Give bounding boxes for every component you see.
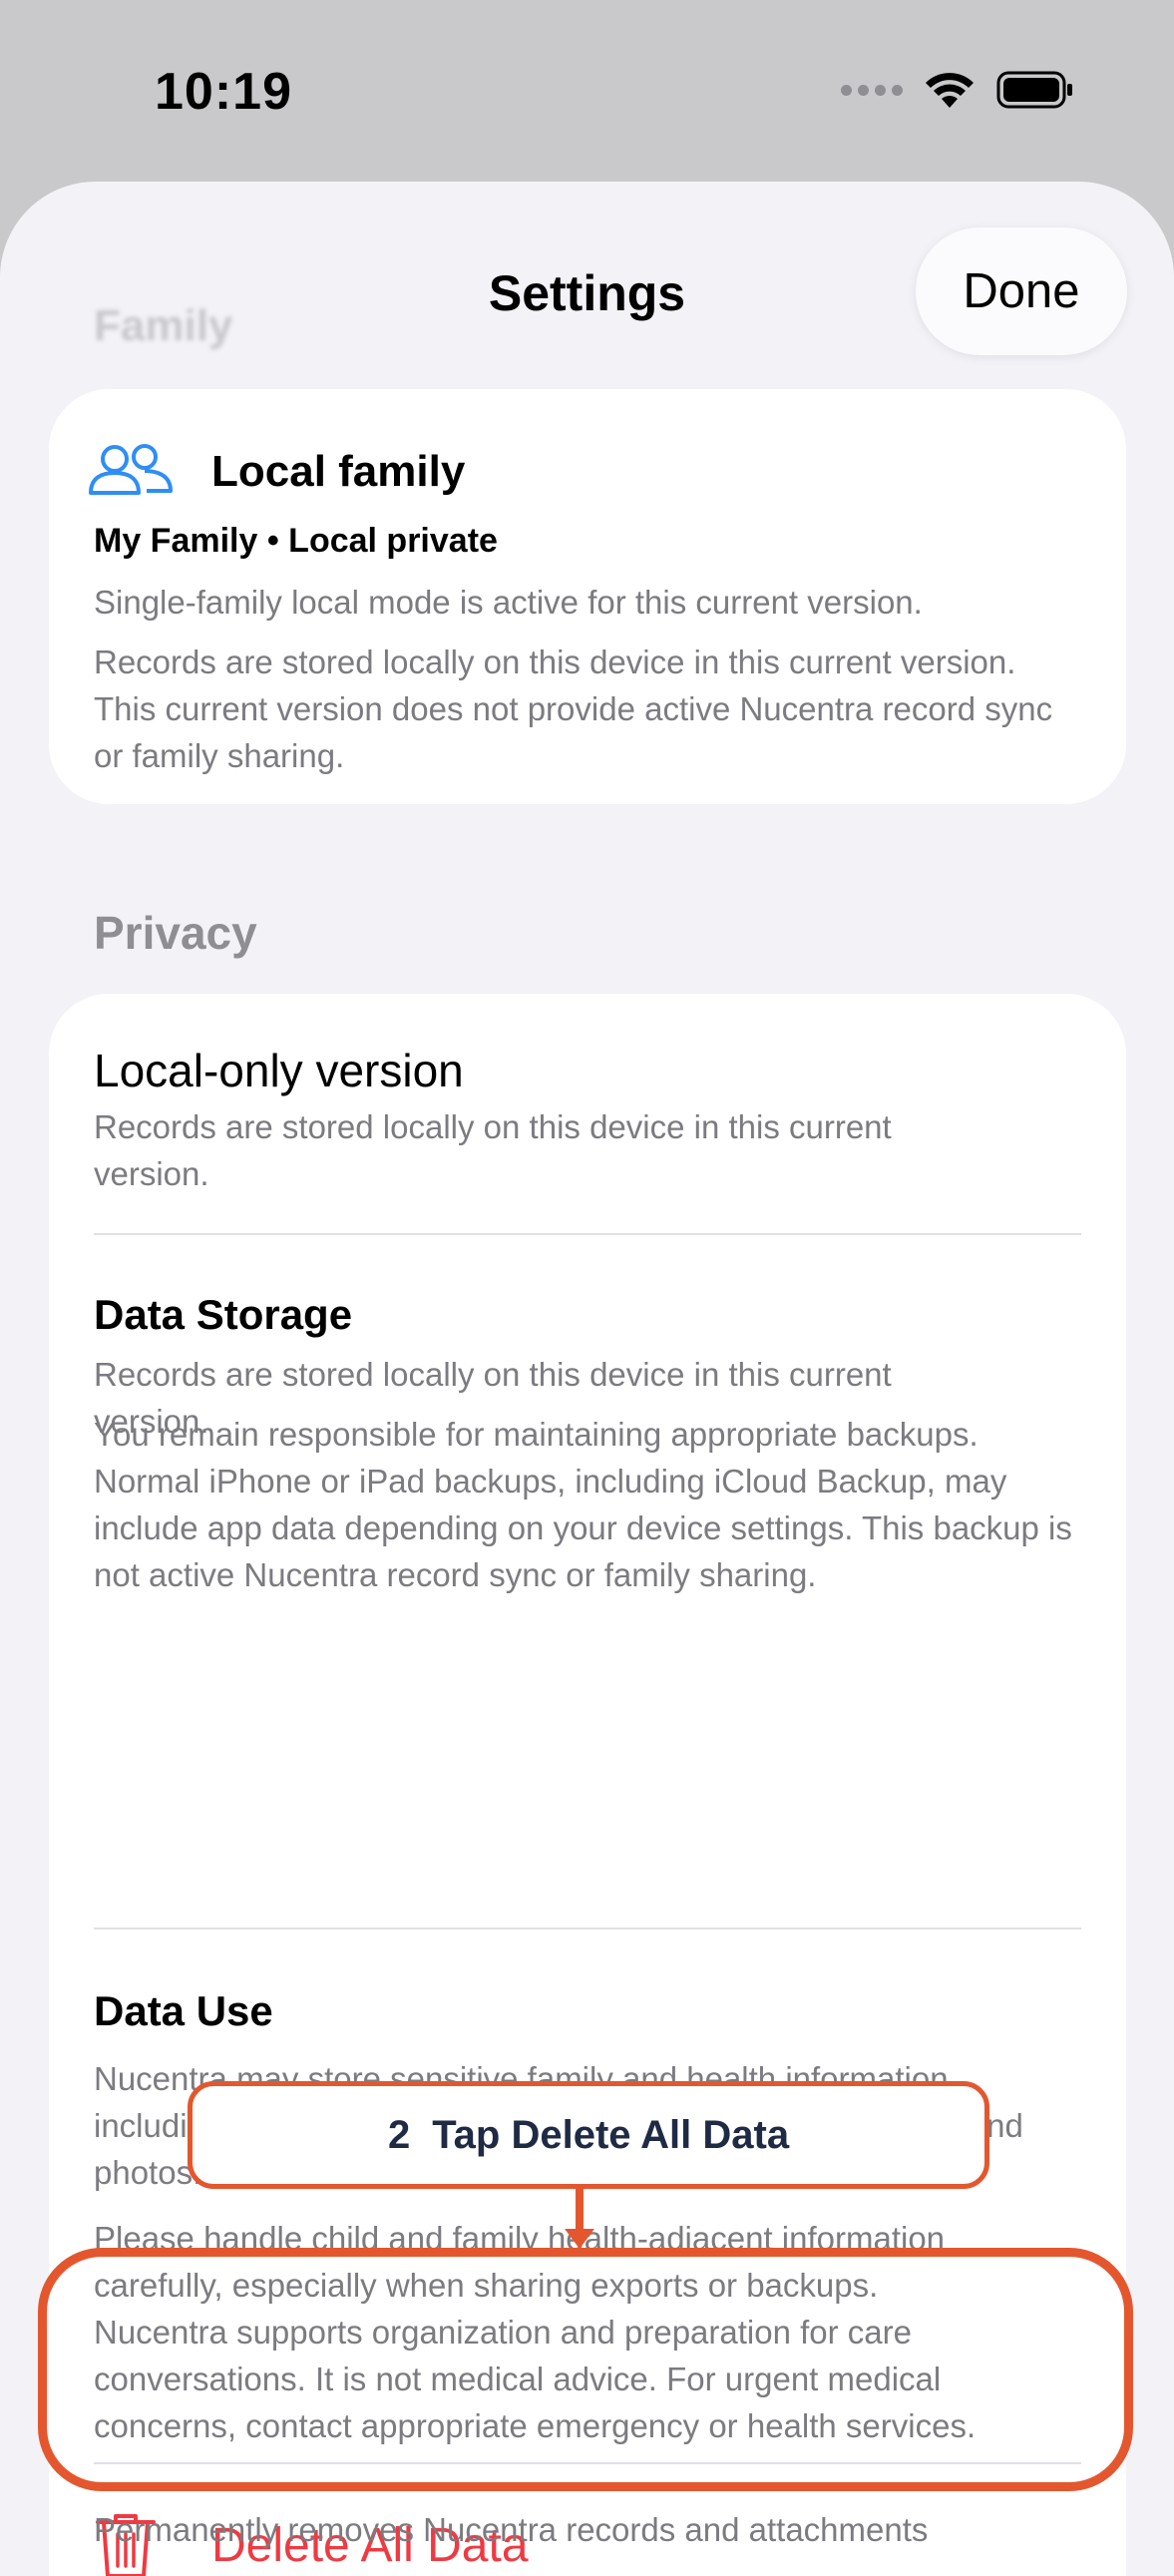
highlight-box: [38, 2248, 1133, 2491]
divider: [94, 1928, 1081, 1930]
data-storage-title: Data Storage: [94, 1291, 353, 1338]
step-text: Tap Delete All Data: [432, 2112, 790, 2157]
status-time: 10:19: [155, 63, 292, 121]
settings-sheet: Family Settings Done Local family My Fam…: [0, 182, 1174, 2576]
data-storage-text-2: You remain responsible for maintaining a…: [94, 1416, 1072, 1593]
privacy-section-label: Privacy: [94, 907, 257, 959]
sheet-header: Family Settings Done: [0, 182, 1174, 381]
family-title: Local family: [211, 447, 466, 496]
local-only-text: Records are stored locally on this devic…: [94, 1108, 892, 1192]
data-use-title: Data Use: [94, 1987, 273, 2034]
cellular-signal-icon: [841, 84, 903, 96]
battery-icon: [996, 71, 1072, 109]
local-only-title: Local-only version: [94, 1045, 464, 1096]
divider: [94, 1233, 1081, 1235]
family-mode-text: Single-family local mode is active for t…: [94, 584, 923, 621]
done-button[interactable]: Done: [916, 227, 1127, 355]
status-bar: 10:19: [0, 0, 1174, 180]
family-card: Local family My Family • Local private S…: [49, 389, 1126, 804]
step-number: 2: [387, 2112, 411, 2157]
delete-description-text: Permanently removes Nucentra records and…: [94, 2511, 929, 2548]
status-icons: [841, 70, 1074, 110]
family-storage-text: Records are stored locally on this devic…: [94, 644, 1053, 774]
people-icon: [89, 444, 173, 495]
callout-arrowhead: [565, 2229, 594, 2249]
wifi-icon: [926, 73, 974, 108]
family-subtitle: My Family • Local private: [94, 522, 498, 560]
step-callout: 2 Tap Delete All Data: [188, 2081, 989, 2189]
